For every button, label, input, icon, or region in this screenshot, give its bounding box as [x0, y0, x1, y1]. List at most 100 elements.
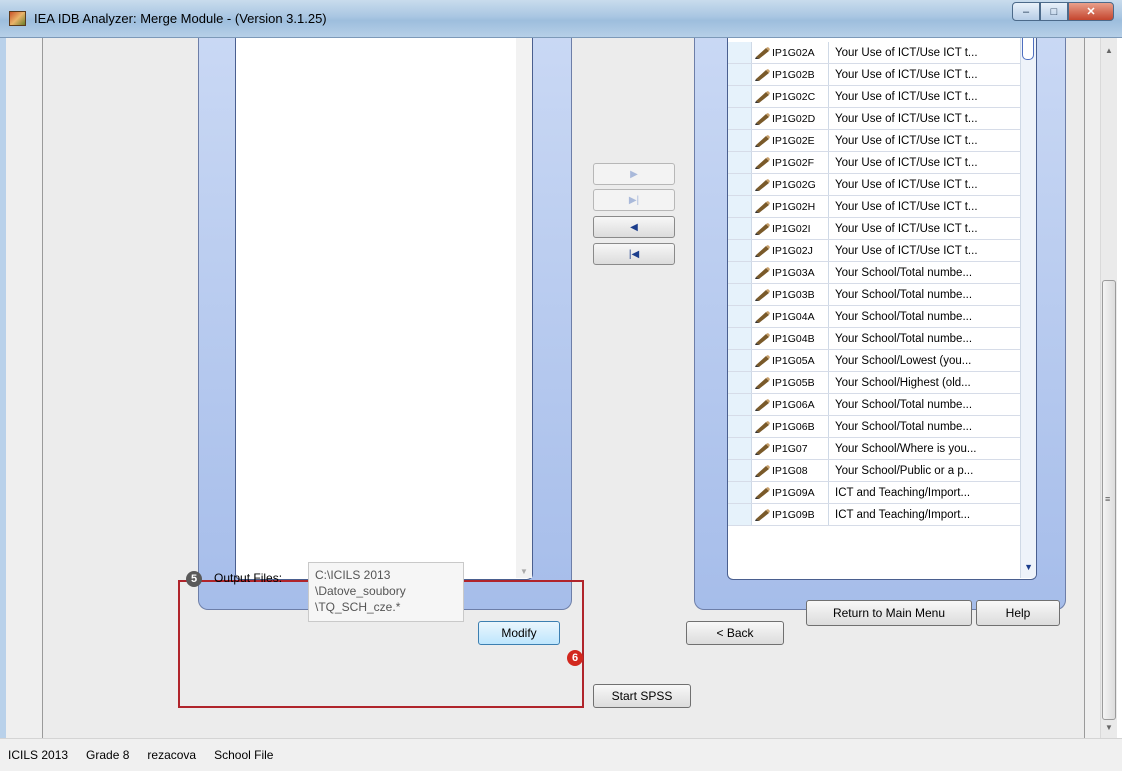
variable-label: Your School/Total numbe... — [835, 266, 973, 279]
row-selector[interactable] — [728, 394, 752, 415]
variable-row[interactable]: IP1G02E Your Use of ICT/Use ICT t... — [728, 130, 1022, 152]
back-button[interactable]: < Back — [686, 621, 784, 645]
pencil-icon — [755, 310, 770, 323]
variable-code-cell: IP1G07 — [752, 438, 829, 459]
variable-row[interactable]: IP1G04A Your School/Total numbe... — [728, 306, 1022, 328]
pencil-icon — [755, 178, 770, 191]
variable-code: IP1G02E — [772, 134, 815, 147]
row-selector[interactable] — [728, 64, 752, 85]
minimize-button[interactable]: – — [1012, 2, 1040, 21]
scroll-grip-icon: ≡ — [1105, 494, 1111, 504]
scroll-thumb[interactable] — [1022, 38, 1034, 60]
pencil-icon — [755, 90, 770, 103]
row-selector[interactable] — [728, 416, 752, 437]
variable-row[interactable]: IP1G02B Your Use of ICT/Use ICT t... — [728, 64, 1022, 86]
row-selector[interactable] — [728, 284, 752, 305]
row-selector[interactable] — [728, 152, 752, 173]
row-selector[interactable] — [728, 328, 752, 349]
variable-code-cell: IP1G02A — [752, 42, 829, 63]
scroll-down-icon[interactable]: ▼ — [1105, 723, 1113, 732]
selected-variables-list[interactable]: IP1G02A Your Use of ICT/Use ICT t... IP1G0… — [727, 38, 1037, 580]
variable-label: Your School/Where is you... — [835, 442, 977, 455]
window-scrollbar[interactable]: ▲ ≡ ▼ — [1100, 38, 1117, 738]
variable-row[interactable]: IP1G03B Your School/Total numbe... — [728, 284, 1022, 306]
variable-row[interactable]: IP1G02I Your Use of ICT/Use ICT t... — [728, 218, 1022, 240]
variable-code-cell: IP1G08 — [752, 460, 829, 481]
selected-variables-panel: IP1G02A Your Use of ICT/Use ICT t... IP1G0… — [694, 38, 1066, 610]
variable-label: Your School/Total numbe... — [835, 288, 973, 301]
variable-row[interactable]: IP1G03A Your School/Total numbe... — [728, 262, 1022, 284]
variable-row[interactable]: IP1G02H Your Use of ICT/Use ICT t... — [728, 196, 1022, 218]
row-selector[interactable] — [728, 130, 752, 151]
row-selector[interactable] — [728, 460, 752, 481]
available-variables-list[interactable]: ▼ — [235, 38, 533, 580]
variable-code: IP1G02H — [772, 200, 816, 213]
row-selector[interactable] — [728, 240, 752, 261]
row-selector[interactable] — [728, 218, 752, 239]
variable-row[interactable]: IP1G08 Your School/Public or a p... — [728, 460, 1022, 482]
variable-row[interactable]: IP1G05A Your School/Lowest (you... — [728, 350, 1022, 372]
pencil-icon — [755, 376, 770, 389]
scroll-down-icon[interactable]: ▼ — [520, 567, 528, 576]
row-selector[interactable] — [728, 42, 752, 63]
row-selector[interactable] — [728, 86, 752, 107]
available-variables-panel: ▼ — [198, 38, 572, 610]
move-left-button[interactable]: ◀ — [593, 216, 675, 238]
variable-code: IP1G02J — [772, 244, 813, 257]
variable-row[interactable]: IP1G07 Your School/Where is you... — [728, 438, 1022, 460]
status-file: School File — [214, 748, 274, 762]
variable-row[interactable]: IP1G02A Your Use of ICT/Use ICT t... — [728, 42, 1022, 64]
variable-row[interactable]: IP1G09A ICT and Teaching/Import... — [728, 482, 1022, 504]
row-selector[interactable] — [728, 504, 752, 525]
row-selector[interactable] — [728, 174, 752, 195]
variable-code: IP1G06A — [772, 398, 815, 411]
variable-code: IP1G02D — [772, 112, 816, 125]
row-selector[interactable] — [728, 306, 752, 327]
variable-row[interactable]: IP1G04B Your School/Total numbe... — [728, 328, 1022, 350]
row-selector[interactable] — [728, 350, 752, 371]
move-all-right-button[interactable]: ▶| — [593, 189, 675, 211]
row-selector[interactable] — [728, 372, 752, 393]
variable-label: Your Use of ICT/Use ICT t... — [835, 200, 978, 213]
help-button[interactable]: Help — [976, 600, 1060, 626]
row-selector[interactable] — [728, 196, 752, 217]
variable-label: Your School/Public or a p... — [835, 464, 974, 477]
variable-code: IP1G02A — [772, 46, 815, 59]
row-selector[interactable] — [728, 438, 752, 459]
selected-list-scrollbar[interactable]: ▼ — [1020, 38, 1036, 578]
move-all-left-button[interactable]: |◀ — [593, 243, 675, 265]
variable-row[interactable]: IP1G09B ICT and Teaching/Import... — [728, 504, 1022, 526]
variable-label: Your Use of ICT/Use ICT t... — [835, 178, 978, 191]
maximize-button[interactable]: □ — [1040, 2, 1068, 21]
variable-code: IP1G08 — [772, 464, 808, 477]
variable-row[interactable]: IP1G02C Your Use of ICT/Use ICT t... — [728, 86, 1022, 108]
variable-row[interactable]: IP1G02G Your Use of ICT/Use ICT t... — [728, 174, 1022, 196]
start-spss-button[interactable]: Start SPSS — [593, 684, 691, 708]
pencil-icon — [755, 508, 770, 521]
output-path-line: \TQ_SCH_cze.* — [315, 600, 401, 614]
pencil-icon — [755, 46, 770, 59]
variable-row[interactable]: IP1G02D Your Use of ICT/Use ICT t... — [728, 108, 1022, 130]
variable-label: Your Use of ICT/Use ICT t... — [835, 90, 978, 103]
variable-row[interactable]: IP1G02J Your Use of ICT/Use ICT t... — [728, 240, 1022, 262]
scroll-up-icon[interactable]: ▲ — [1105, 46, 1113, 55]
row-selector[interactable] — [728, 262, 752, 283]
variable-row[interactable]: IP1G05B Your School/Highest (old... — [728, 372, 1022, 394]
move-right-button[interactable]: ▶ — [593, 163, 675, 185]
modify-button[interactable]: Modify — [478, 621, 560, 645]
close-button[interactable]: ✕ — [1068, 2, 1114, 21]
status-bar: ICILS 2013 Grade 8 rezacova School File — [0, 738, 1122, 771]
variable-row[interactable]: IP1G02F Your Use of ICT/Use ICT t... — [728, 152, 1022, 174]
pencil-icon — [755, 266, 770, 279]
variable-row[interactable]: IP1G06B Your School/Total numbe... — [728, 416, 1022, 438]
variable-row[interactable]: IP1G06A Your School/Total numbe... — [728, 394, 1022, 416]
output-path-field: C:\ICILS 2013 \Datove_soubory \TQ_SCH_cz… — [308, 562, 464, 622]
scroll-down-icon[interactable]: ▼ — [1024, 562, 1033, 572]
return-to-main-menu-button[interactable]: Return to Main Menu — [806, 600, 972, 626]
pencil-icon — [755, 332, 770, 345]
window-title: IEA IDB Analyzer: Merge Module - (Versio… — [34, 11, 327, 26]
row-selector[interactable] — [728, 108, 752, 129]
available-list-scrollbar[interactable]: ▼ — [516, 38, 532, 578]
status-grade: Grade 8 — [86, 748, 130, 762]
row-selector[interactable] — [728, 482, 752, 503]
